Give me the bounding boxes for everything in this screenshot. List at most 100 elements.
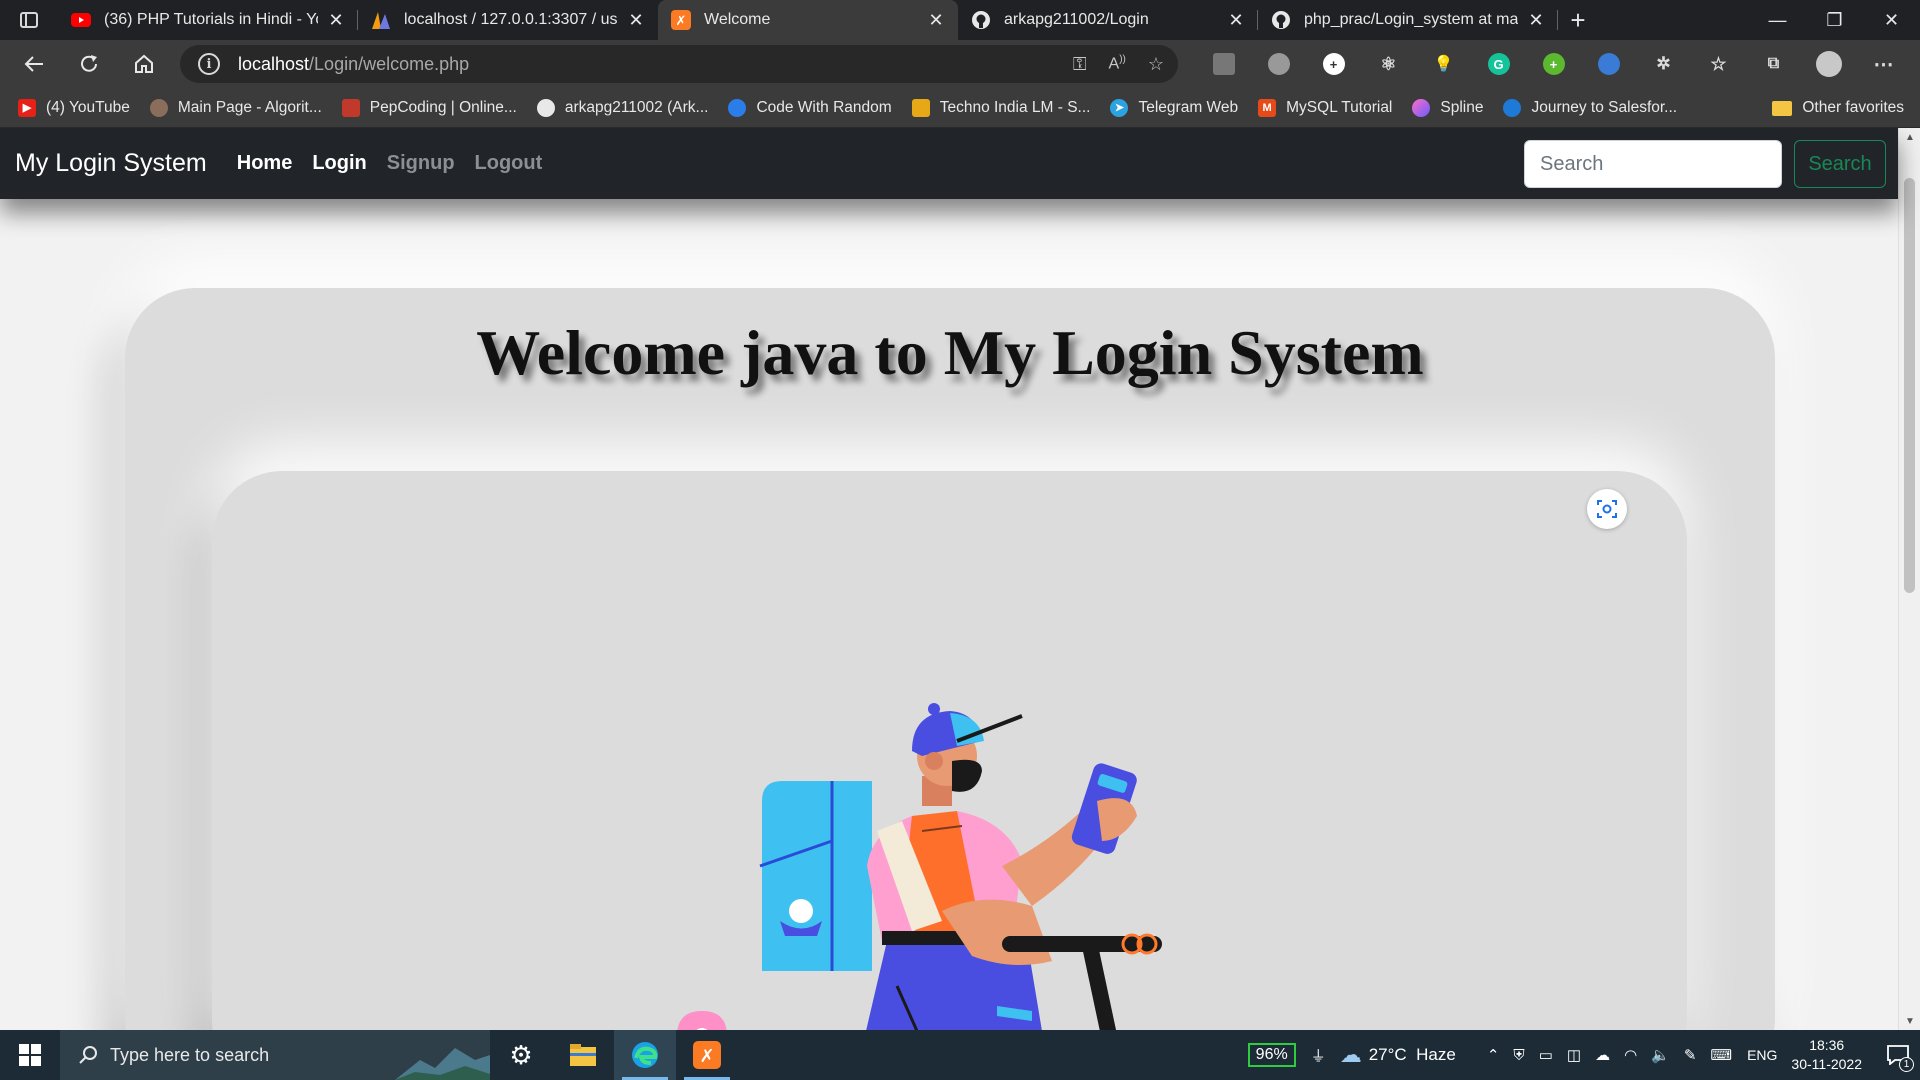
close-icon[interactable]: ✕ xyxy=(326,10,346,31)
security-shield-icon[interactable]: ⛨ xyxy=(1513,1047,1524,1064)
tab-actions-button[interactable] xyxy=(0,0,58,40)
tab-actions-icon xyxy=(20,12,38,28)
scrollbar-thumb[interactable] xyxy=(1904,178,1915,593)
tab-title: (36) PHP Tutorials in Hindi - YouTube xyxy=(104,11,318,28)
start-button[interactable] xyxy=(0,1030,60,1080)
favorite-algorithms[interactable]: Main Page - Algorit... xyxy=(149,98,322,117)
windows-logo-icon xyxy=(19,1044,41,1066)
taskbar-settings[interactable]: ⚙ xyxy=(490,1030,552,1080)
favorite-pepcoding[interactable]: PepCoding | Online... xyxy=(341,98,517,117)
favorite-github[interactable]: arkapg211002 (Ark... xyxy=(536,98,709,117)
favorites-icon[interactable]: ☆ xyxy=(1691,40,1746,88)
favorite-telegram[interactable]: ➤ Telegram Web xyxy=(1110,98,1239,117)
profile-avatar-icon[interactable] xyxy=(1801,40,1856,88)
battery-icon[interactable]: ▭ xyxy=(1539,1046,1553,1064)
grammarly-icon[interactable]: G xyxy=(1471,40,1526,88)
xampp-icon: ✗ xyxy=(693,1041,721,1069)
home-button[interactable] xyxy=(116,40,171,88)
language-indicator[interactable]: ENG xyxy=(1747,1047,1777,1063)
wifi-icon[interactable]: ◠ xyxy=(1624,1046,1637,1064)
nav-link-signup[interactable]: Signup xyxy=(387,152,455,175)
scroll-down-arrow-icon[interactable]: ▼ xyxy=(1899,1012,1920,1030)
taskbar-file-explorer[interactable] xyxy=(552,1030,614,1080)
visual-search-button[interactable] xyxy=(1587,489,1627,529)
windows-taskbar: Type here to search ⚙ ✗ 96% ⏚ ☁ 27°C Haz… xyxy=(0,1030,1920,1080)
new-tab-button[interactable]: + xyxy=(1558,0,1598,40)
taskbar-clock[interactable]: 18:36 30-11-2022 xyxy=(1791,1036,1862,1074)
notification-center-button[interactable]: 1 xyxy=(1876,1030,1920,1080)
favorite-techno-india[interactable]: Techno India LM - S... xyxy=(911,98,1090,117)
battery-indicator[interactable]: 96% xyxy=(1247,1043,1296,1067)
browser-tab-phpmyadmin[interactable]: localhost / 127.0.0.1:3307 / users ✕ xyxy=(358,0,658,40)
favorite-spline[interactable]: Spline xyxy=(1412,98,1484,117)
nav-link-logout[interactable]: Logout xyxy=(475,152,543,175)
taskbar-edge[interactable] xyxy=(614,1030,676,1080)
visual-search-icon xyxy=(1597,500,1617,518)
weather-text[interactable]: 27°C Haze xyxy=(1369,1045,1456,1065)
meet-now-icon[interactable]: ◫ xyxy=(1567,1046,1581,1064)
close-icon[interactable]: ✕ xyxy=(926,10,946,31)
scroll-up-arrow-icon[interactable]: ▲ xyxy=(1899,128,1920,146)
welcome-card: Welcome java to My Login System xyxy=(125,288,1775,1030)
site-search-button[interactable]: Search xyxy=(1794,140,1886,188)
browser-tab-github-login[interactable]: arkapg211002/Login ✕ xyxy=(958,0,1258,40)
page-viewport: My Login System Home Login Signup Logout… xyxy=(0,128,1920,1030)
keyboard-icon[interactable]: ⌨ xyxy=(1710,1046,1732,1064)
navbar-brand[interactable]: My Login System xyxy=(15,149,207,178)
favorite-label: Telegram Web xyxy=(1138,98,1239,116)
extension-2-icon[interactable] xyxy=(1251,40,1306,88)
delivery-person-illustration xyxy=(677,703,1162,1030)
extension-3-icon[interactable]: + xyxy=(1306,40,1361,88)
key-icon[interactable]: ⚿ xyxy=(1073,54,1087,75)
close-icon[interactable]: ✕ xyxy=(1226,10,1246,31)
read-aloud-icon[interactable]: A)) xyxy=(1109,54,1126,73)
browser-tab-youtube[interactable]: (36) PHP Tutorials in Hindi - YouTube ✕ xyxy=(58,0,358,40)
react-devtools-icon[interactable]: ⚛ xyxy=(1361,40,1416,88)
favorite-mysql[interactable]: M MySQL Tutorial xyxy=(1258,98,1392,117)
favorite-youtube[interactable]: ▶ (4) YouTube xyxy=(18,98,130,117)
chevron-up-icon[interactable]: ⌃ xyxy=(1487,1046,1500,1064)
svg-text:✗: ✗ xyxy=(676,14,687,29)
close-icon[interactable]: ✕ xyxy=(1526,10,1546,31)
extension-plus-icon[interactable]: + xyxy=(1526,40,1581,88)
illustration-card xyxy=(212,471,1687,1030)
collections-icon[interactable]: ⧉ xyxy=(1746,40,1801,88)
github-icon xyxy=(1270,9,1292,31)
salesforce-icon xyxy=(1503,98,1522,117)
close-window-button[interactable]: ✕ xyxy=(1863,0,1920,40)
site-info-icon[interactable]: i xyxy=(198,53,220,75)
extensions-puzzle-icon[interactable]: ✲ xyxy=(1636,40,1691,88)
more-menu-icon[interactable]: ⋯ xyxy=(1856,40,1911,88)
address-bar[interactable]: i localhost/Login/welcome.php ⚿ A)) ☆ xyxy=(180,45,1178,83)
favorite-label: Spline xyxy=(1440,98,1484,116)
pen-icon[interactable]: ✎ xyxy=(1684,1046,1697,1064)
extension-1-icon[interactable] xyxy=(1196,40,1251,88)
taskbar-search-box[interactable]: Type here to search xyxy=(60,1030,490,1080)
minimize-button[interactable]: — xyxy=(1749,0,1806,40)
telegram-icon: ➤ xyxy=(1110,98,1129,117)
site-search-input[interactable]: Search xyxy=(1524,140,1782,188)
refresh-button[interactable] xyxy=(61,40,116,88)
onedrive-cloud-icon[interactable]: ☁ xyxy=(1595,1046,1610,1064)
svg-text:✗: ✗ xyxy=(699,1046,714,1067)
close-icon[interactable]: ✕ xyxy=(626,10,646,31)
home-icon xyxy=(134,54,153,73)
back-button[interactable] xyxy=(6,40,61,88)
taskbar-xampp[interactable]: ✗ xyxy=(676,1030,738,1080)
folder-icon xyxy=(1772,100,1793,116)
add-favorite-icon[interactable]: ☆ xyxy=(1148,54,1164,75)
volume-icon[interactable]: 🔈 xyxy=(1651,1046,1670,1064)
page-scrollbar[interactable]: ▲ ▼ xyxy=(1898,128,1920,1030)
browser-tab-welcome[interactable]: ✗ Welcome ✕ xyxy=(658,0,958,40)
browser-toolbar: i localhost/Login/welcome.php ⚿ A)) ☆ + … xyxy=(0,40,1920,88)
nav-link-home[interactable]: Home xyxy=(237,152,293,175)
bulb-icon[interactable]: 💡 xyxy=(1416,40,1471,88)
favorite-label: arkapg211002 (Ark... xyxy=(564,98,709,116)
favorite-salesforce[interactable]: Journey to Salesfor... xyxy=(1503,98,1677,117)
favorite-code-with-random[interactable]: Code With Random xyxy=(728,98,892,117)
extension-colorful-icon[interactable] xyxy=(1581,40,1636,88)
nav-link-login[interactable]: Login xyxy=(312,152,366,175)
browser-tab-github-php-prac[interactable]: php_prac/Login_system at main ✕ xyxy=(1258,0,1558,40)
other-favorites[interactable]: Other favorites xyxy=(1772,88,1904,128)
restore-button[interactable]: ❐ xyxy=(1806,0,1863,40)
